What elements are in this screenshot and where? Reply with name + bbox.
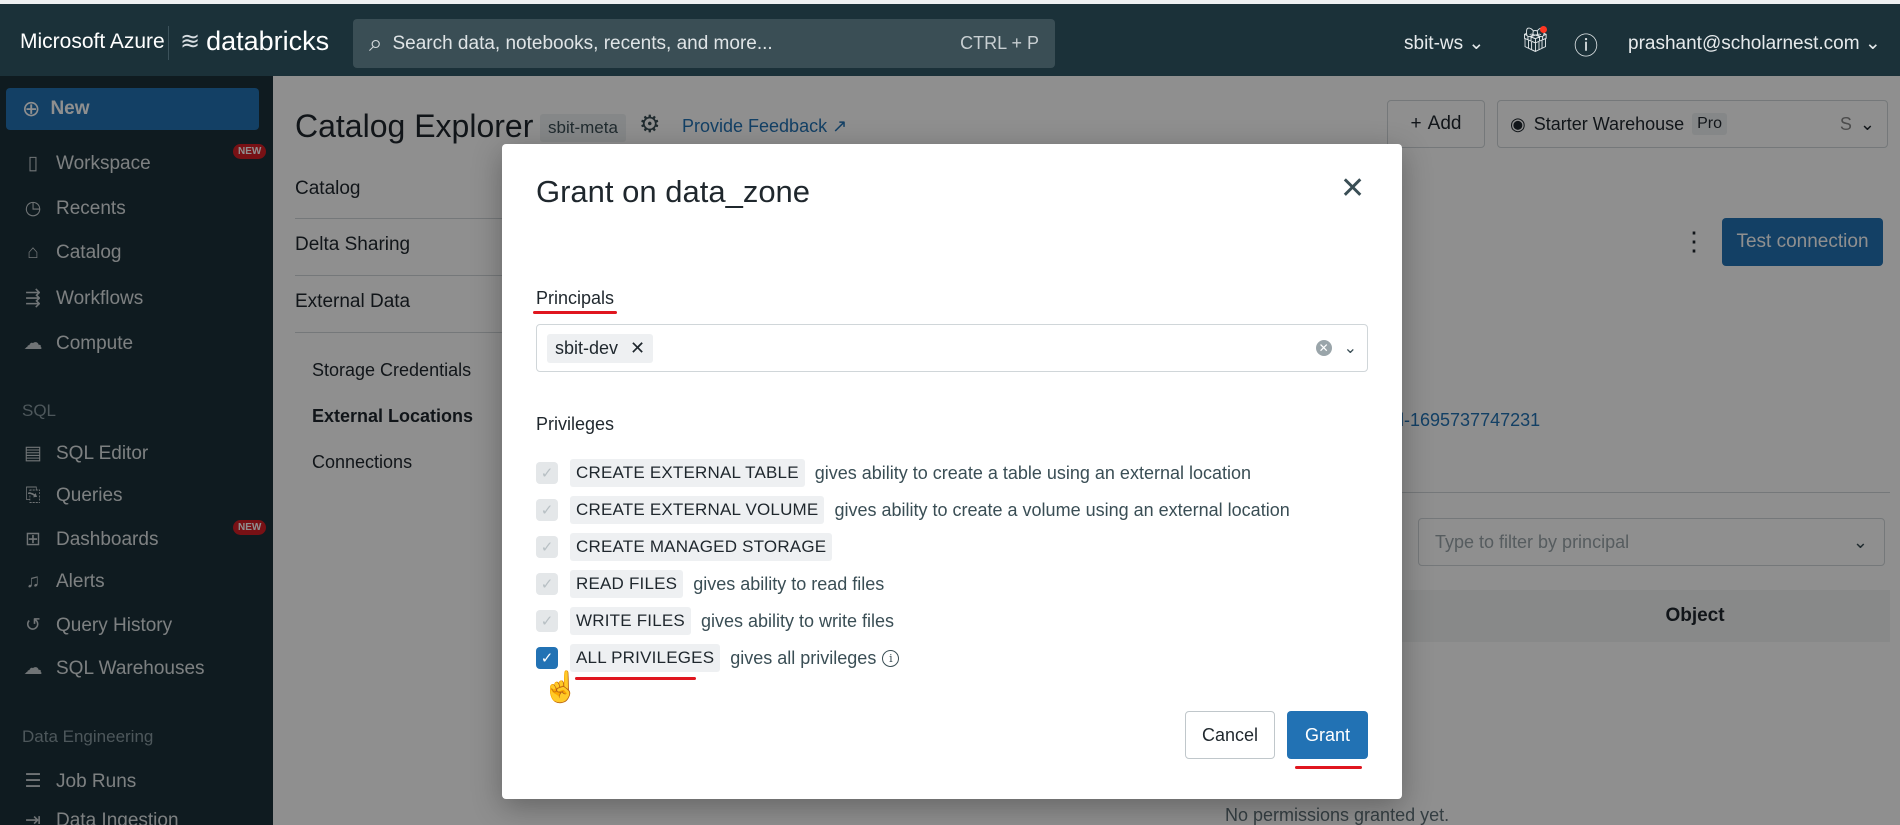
privilege-name: READ FILES	[570, 570, 684, 598]
privilege-description: gives all privileges	[730, 647, 877, 668]
chevron-down-icon[interactable]: ⌄	[1344, 338, 1357, 358]
privileges-label: Privileges	[536, 414, 615, 434]
principals-label: Principals	[536, 288, 615, 308]
privilege-name: CREATE EXTERNAL TABLE	[570, 459, 805, 487]
dialog-title: Grant on data_zone	[536, 174, 811, 209]
annotation-underline	[575, 677, 696, 680]
privilege-row: ✓ CREATE EXTERNAL VOLUME gives ability t…	[536, 494, 1290, 526]
clear-icon[interactable]: ✕	[1315, 340, 1332, 356]
all-privileges-checkbox[interactable]: ✓	[536, 647, 558, 669]
databricks-brand-text: databricks	[206, 26, 330, 56]
grant-dialog: Grant on data_zone ✕ Principals sbit-dev…	[502, 144, 1402, 799]
annotation-underline	[1295, 766, 1362, 769]
principal-tag-label: sbit-dev	[555, 337, 619, 358]
privilege-name: ALL PRIVILEGES	[570, 644, 721, 672]
close-icon[interactable]: ✕	[1340, 174, 1365, 204]
workspace-switcher[interactable]: sbit-ws ⌄	[1404, 32, 1484, 55]
principals-select[interactable]: sbit-dev ✕ ✕ ⌄	[536, 324, 1368, 372]
help-icon[interactable]: ⓘ	[1574, 26, 1598, 61]
privilege-checkbox[interactable]: ✓	[536, 499, 558, 521]
search-shortcut: CTRL + P	[960, 33, 1039, 53]
privilege-row: ✓ READ FILES gives ability to read files	[536, 568, 884, 600]
remove-tag-icon[interactable]: ✕	[630, 338, 645, 359]
user-menu[interactable]: prashant@scholarnest.com ⌄	[1628, 32, 1881, 55]
global-search-input[interactable]: ⌕ Search data, notebooks, recents, and m…	[353, 19, 1055, 68]
notification-dot	[1540, 26, 1547, 33]
privilege-description: gives ability to create a volume using a…	[834, 499, 1290, 520]
top-bar: Microsoft Azure ≋ databricks ⌕ Search da…	[0, 0, 1900, 76]
search-placeholder: Search data, notebooks, recents, and mor…	[392, 32, 773, 54]
privilege-checkbox[interactable]: ✓	[536, 462, 558, 484]
privilege-checkbox[interactable]: ✓	[536, 536, 558, 558]
annotation-underline	[533, 311, 617, 314]
info-icon[interactable]: i	[882, 649, 900, 667]
chevron-down-icon: ⌄	[1468, 33, 1485, 54]
azure-brand[interactable]: Microsoft Azure	[20, 30, 165, 54]
user-email: prashant@scholarnest.com	[1628, 33, 1860, 54]
workspace-name: sbit-ws	[1404, 33, 1464, 54]
privilege-name: CREATE EXTERNAL VOLUME	[570, 496, 825, 524]
cancel-button[interactable]: Cancel	[1185, 711, 1275, 759]
hand-cursor-icon: ☝	[542, 671, 580, 704]
chevron-down-icon: ⌄	[1864, 33, 1881, 54]
privilege-description: gives ability to write files	[700, 610, 895, 631]
privilege-row: ✓ CREATE MANAGED STORAGE	[536, 531, 833, 563]
brand-divider	[168, 26, 169, 60]
privilege-name: WRITE FILES	[570, 607, 691, 635]
privilege-description: gives ability to create a table using an…	[814, 462, 1252, 483]
privilege-row: ✓ CREATE EXTERNAL TABLE gives ability to…	[536, 457, 1251, 489]
databricks-logo[interactable]: ≋ databricks	[180, 26, 329, 57]
privilege-row-all: ✓ ALL PRIVILEGES gives all privileges i	[536, 642, 900, 674]
databricks-layers-icon: ≋	[180, 28, 201, 55]
privilege-checkbox[interactable]: ✓	[536, 610, 558, 632]
grant-button[interactable]: Grant	[1287, 711, 1368, 759]
privilege-description: gives ability to read files	[693, 573, 885, 594]
privilege-checkbox[interactable]: ✓	[536, 573, 558, 595]
principal-tag: sbit-dev ✕	[547, 333, 654, 363]
privilege-row: ✓ WRITE FILES gives ability to write fil…	[536, 605, 894, 637]
search-icon: ⌕	[369, 29, 383, 57]
privilege-name: CREATE MANAGED STORAGE	[570, 533, 833, 561]
